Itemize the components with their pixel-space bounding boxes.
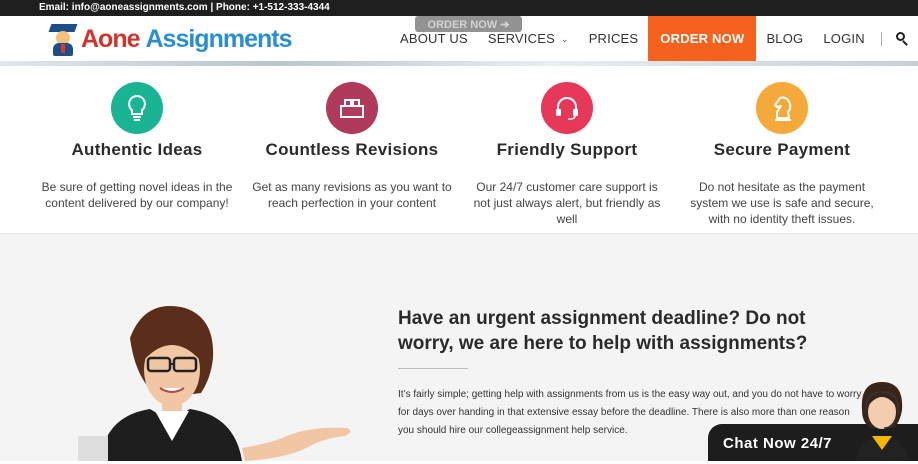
nav-services[interactable]: SERVICES ⌄ xyxy=(478,16,579,62)
feature-title: Secure Payment xyxy=(713,140,851,159)
feature-title: Countless Revisions xyxy=(265,140,439,159)
top-contact-bar: Email: info@aoneassignments.com | Phone:… xyxy=(0,0,918,16)
site-logo[interactable]: Aone Assignments xyxy=(48,21,293,57)
features-section: Authentic Ideas Be sure of getting novel… xyxy=(0,66,918,234)
contact-info: Email: info@aoneassignments.com | Phone:… xyxy=(39,2,330,13)
logo-text-assignments: Assignments xyxy=(145,24,293,53)
nav-order-now-button[interactable]: ORDER NOW xyxy=(648,16,757,62)
chevron-down-icon: ⌄ xyxy=(560,34,569,44)
feature-desc: Get as many revisions as you want to rea… xyxy=(252,180,452,210)
graduate-mascot-icon xyxy=(48,22,78,56)
blocks-icon xyxy=(326,82,378,134)
main-nav: ABOUT US SERVICES ⌄ PRICES ORDER NOW BLOG… xyxy=(390,16,910,62)
feature-title: Authentic Ideas xyxy=(71,140,203,159)
nav-divider xyxy=(880,32,882,46)
nav-about-us[interactable]: ABOUT US xyxy=(390,16,478,62)
headset-icon xyxy=(541,82,593,134)
nav-login[interactable]: LOGIN xyxy=(813,16,874,62)
help-headline: Have an urgent assignment deadline? Do n… xyxy=(398,308,808,354)
help-section: Have an urgent assignment deadline? Do n… xyxy=(0,234,918,461)
headline-divider xyxy=(398,368,468,369)
feature-title: Friendly Support xyxy=(496,140,638,159)
feature-desc: Do not hesitate as the payment system we… xyxy=(690,180,874,226)
nav-blog[interactable]: BLOG xyxy=(756,16,813,62)
support-agent-avatar[interactable] xyxy=(850,380,910,461)
lightbulb-icon xyxy=(111,82,163,134)
feature-desc: Our 24/7 customer care support is not ju… xyxy=(473,180,661,226)
search-icon[interactable] xyxy=(895,32,910,46)
nav-prices[interactable]: PRICES xyxy=(579,16,649,62)
logo-text-aone: Aone xyxy=(81,24,140,53)
feature-desc: Be sure of getting novel ideas in the co… xyxy=(41,180,233,210)
site-header: ORDER NOW ➔ Aone Assignments ABOUT US SE… xyxy=(0,16,918,63)
businesswoman-photo xyxy=(78,306,351,461)
chess-knight-icon xyxy=(756,82,808,134)
